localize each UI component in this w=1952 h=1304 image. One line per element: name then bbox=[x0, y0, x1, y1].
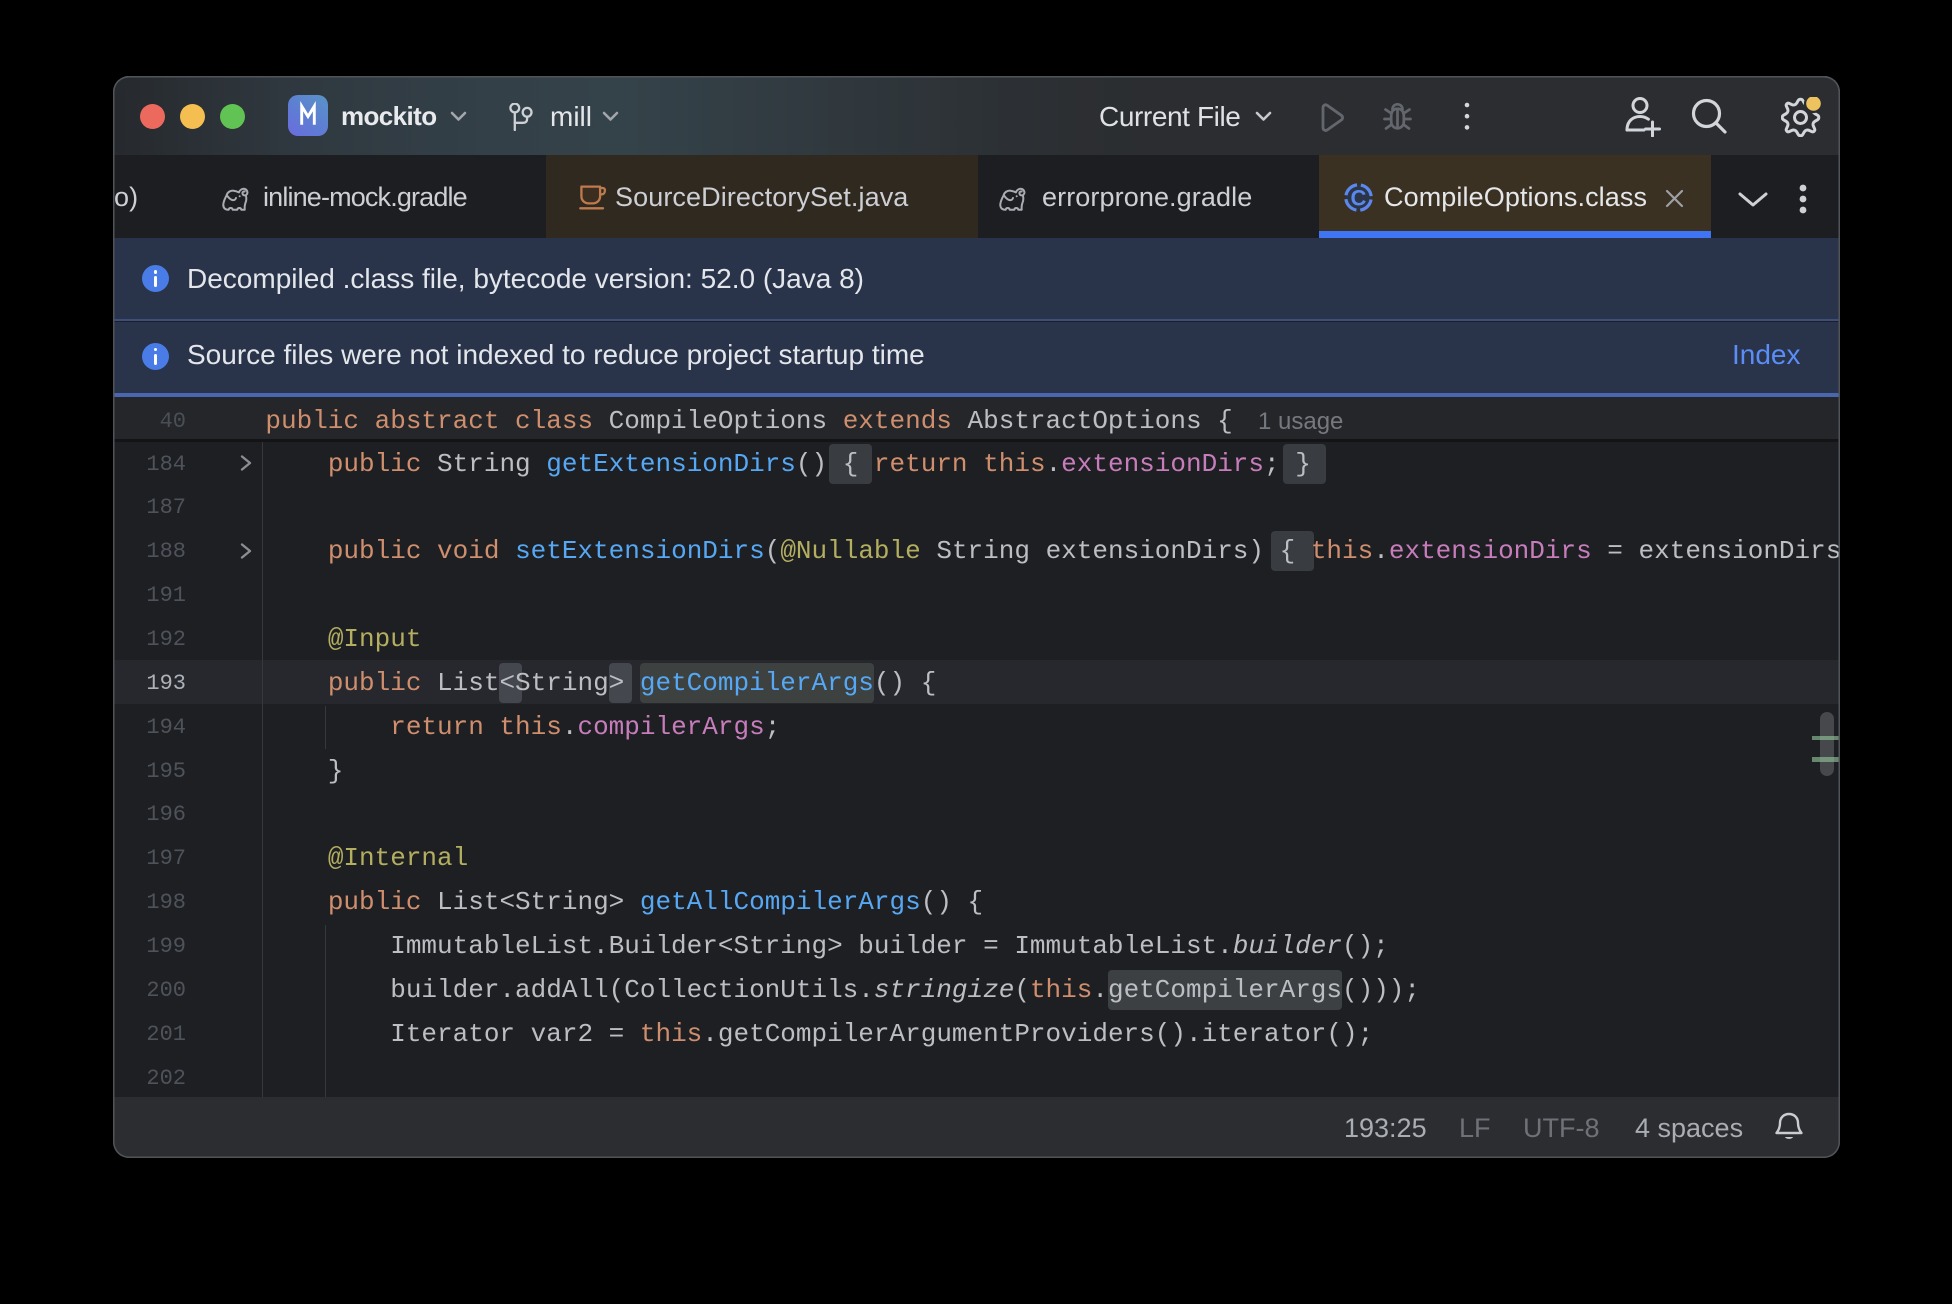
svg-text:C: C bbox=[1351, 185, 1367, 210]
